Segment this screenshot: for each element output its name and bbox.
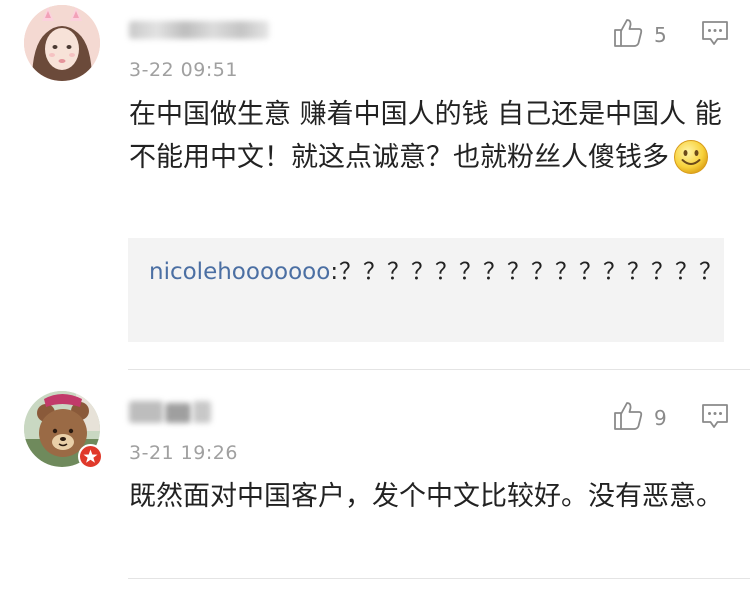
comment-bubble-icon bbox=[701, 21, 729, 51]
like-button[interactable]: 9 bbox=[612, 400, 667, 436]
comment-text: 在中国做生意 赚着中国人的钱 自己还是中国人 能不能用中文！就这点诚意？也就粉丝… bbox=[129, 93, 729, 188]
smiley-icon bbox=[673, 139, 709, 188]
thumbs-up-icon bbox=[612, 17, 644, 53]
divider bbox=[128, 578, 750, 579]
like-count: 9 bbox=[654, 406, 667, 430]
comment-body: 既然面对中国客户，发个中文比较好。没有恶意。 bbox=[129, 481, 723, 512]
comment-bubble-icon bbox=[701, 404, 729, 434]
comment-text: 既然面对中国客户，发个中文比较好。没有恶意。 bbox=[129, 475, 729, 518]
username-blurred[interactable] bbox=[129, 21, 269, 39]
reply-button[interactable] bbox=[701, 403, 729, 434]
like-count: 5 bbox=[654, 23, 667, 47]
reply-button[interactable] bbox=[701, 20, 729, 51]
comment-body: 在中国做生意 赚着中国人的钱 自己还是中国人 能不能用中文！就这点诚意？也就粉丝… bbox=[129, 99, 722, 173]
comment-timestamp: 3-22 09:51 bbox=[129, 59, 238, 81]
reply-text: nicolehooooooo:？？？？？？？？？？？？？？？？ bbox=[149, 252, 722, 292]
reply-content: :？？？？？？？？？？？？？？？？ bbox=[330, 259, 724, 285]
badge-icon bbox=[78, 444, 103, 473]
reply-quote[interactable]: nicolehooooooo:？？？？？？？？？？？？？？？？ bbox=[128, 238, 724, 342]
thumbs-up-icon bbox=[612, 400, 644, 436]
avatar[interactable] bbox=[24, 5, 100, 81]
comment-item: 3-21 19:26 9 既然面对中国客户，发个中文比较好。没有恶意。 bbox=[0, 370, 750, 582]
like-button[interactable]: 5 bbox=[612, 17, 667, 53]
reply-username-link[interactable]: nicolehooooooo bbox=[149, 259, 330, 285]
username-blurred[interactable] bbox=[129, 401, 211, 423]
comment-timestamp: 3-21 19:26 bbox=[129, 442, 238, 464]
comment-item: 3-22 09:51 5 在中国做生意 赚着中国人的钱 自己还是中国人 能不能用… bbox=[0, 0, 750, 370]
avatar[interactable] bbox=[24, 391, 103, 469]
